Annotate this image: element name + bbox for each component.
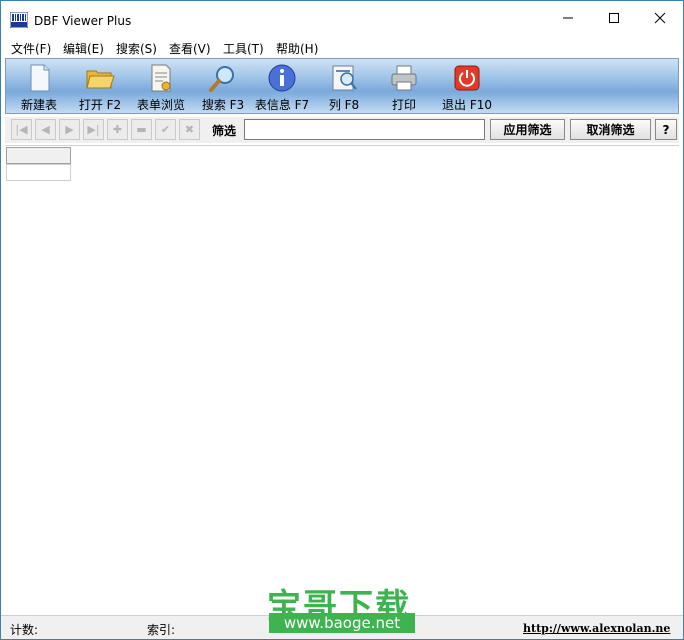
- columns-button[interactable]: 列 F8: [322, 59, 366, 113]
- cross-icon: ✖: [184, 123, 195, 136]
- nav-post-button[interactable]: ✔: [155, 119, 176, 140]
- print-button[interactable]: 打印: [382, 59, 426, 113]
- toolbar-label: 列 F8: [328, 98, 360, 112]
- menu-search[interactable]: 搜索(S): [116, 40, 157, 57]
- filter-label: 筛选: [212, 124, 237, 138]
- grid-header-cell[interactable]: [6, 147, 71, 164]
- nav-next-button[interactable]: ▶: [59, 119, 80, 140]
- data-grid[interactable]: [5, 145, 679, 611]
- prev-record-icon: ◀: [41, 123, 50, 136]
- maximize-button[interactable]: [591, 1, 637, 35]
- apply-filter-button[interactable]: 应用筛选: [490, 119, 565, 140]
- toolbar-label: 表单浏览: [136, 98, 185, 112]
- info-icon: [268, 64, 296, 92]
- main-toolbar: 新建表 打开 F2 表单浏览 搜索 F3 表信息 F7 列 F8 打印 退出 F…: [5, 58, 679, 114]
- new-document-icon: [30, 64, 50, 92]
- magnifier-icon: [209, 66, 234, 92]
- filter-input[interactable]: [244, 119, 485, 140]
- nav-insert-button[interactable]: ✚: [107, 119, 128, 140]
- help-button[interactable]: ?: [655, 119, 677, 140]
- website-link[interactable]: http://www.alexnolan.ne: [523, 622, 670, 635]
- menu-file[interactable]: 文件(F): [11, 40, 51, 57]
- index-label: 索引:: [147, 623, 176, 637]
- new-table-button[interactable]: 新建表: [14, 59, 64, 113]
- toolbar-label: 退出 F10: [442, 98, 492, 112]
- plus-icon: ✚: [112, 123, 123, 136]
- printer-icon: [391, 65, 417, 91]
- columns-icon: [332, 65, 357, 91]
- menu-bar: 文件(F) 编辑(E) 搜索(S) 查看(V) 工具(T) 帮助(H): [1, 35, 683, 57]
- cancel-filter-button[interactable]: 取消筛选: [570, 119, 651, 140]
- watermark-site: www.baoge.net: [269, 613, 415, 633]
- menu-tools[interactable]: 工具(T): [223, 40, 264, 57]
- nav-last-button[interactable]: ▶|: [83, 119, 104, 140]
- search-button[interactable]: 搜索 F3: [196, 59, 250, 113]
- maximize-icon: [609, 13, 619, 23]
- nav-delete-button[interactable]: ▬: [131, 119, 152, 140]
- open-button[interactable]: 打开 F2: [72, 59, 128, 113]
- last-record-icon: ▶|: [87, 123, 100, 136]
- nav-cancel-button[interactable]: ✖: [179, 119, 200, 140]
- power-icon: [454, 65, 480, 91]
- close-icon: [654, 12, 666, 24]
- menu-help[interactable]: 帮助(H): [276, 40, 318, 57]
- dbf-app-icon: [10, 12, 28, 28]
- open-folder-icon: [86, 70, 115, 89]
- minus-icon: ▬: [136, 123, 147, 136]
- nav-first-button[interactable]: |◀: [11, 119, 32, 140]
- first-record-icon: |◀: [15, 123, 28, 136]
- minimize-button[interactable]: [545, 1, 591, 35]
- check-icon: ✔: [160, 123, 171, 136]
- toolbar-label: 新建表: [20, 98, 57, 112]
- toolbar-label: 搜索 F3: [201, 98, 245, 112]
- toolbar-label: 打印: [391, 98, 416, 112]
- table-info-button[interactable]: 表信息 F7: [250, 59, 314, 113]
- record-count-label: 计数:: [10, 623, 39, 637]
- toolbar-label: 打开 F2: [78, 98, 122, 112]
- title-bar[interactable]: DBF Viewer Plus: [1, 1, 683, 35]
- toolbar-label: 表信息 F7: [254, 98, 310, 112]
- nav-prev-button[interactable]: ◀: [35, 119, 56, 140]
- window-title: DBF Viewer Plus: [34, 14, 132, 28]
- filter-bar: |◀ ◀ ▶ ▶| ✚ ▬ ✔ ✖ 筛选 应用筛选 取消筛选 ?: [5, 117, 679, 143]
- minimize-icon: [563, 17, 573, 19]
- menu-edit[interactable]: 编辑(E): [63, 40, 104, 57]
- app-window: DBF Viewer Plus 文件(F) 编辑(E) 搜索(S) 查看(V) …: [0, 0, 684, 640]
- grid-cell[interactable]: [6, 164, 71, 181]
- form-view-icon: [151, 64, 171, 92]
- exit-button[interactable]: 退出 F10: [438, 59, 496, 113]
- form-view-button[interactable]: 表单浏览: [132, 59, 190, 113]
- next-record-icon: ▶: [65, 123, 74, 136]
- menu-view[interactable]: 查看(V): [169, 40, 211, 57]
- close-button[interactable]: [637, 1, 683, 35]
